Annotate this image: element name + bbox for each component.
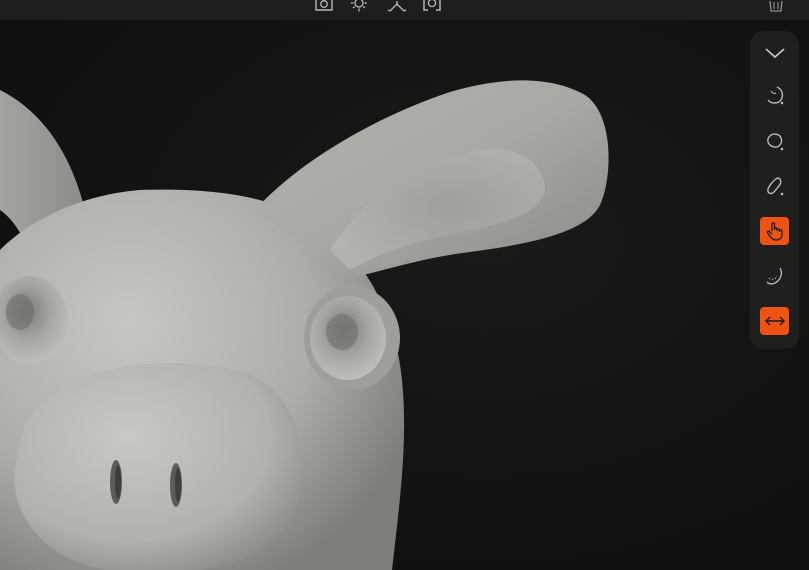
light-icon [351, 0, 367, 12]
top-toolbar [0, 0, 809, 20]
symmetry-icon [387, 1, 407, 12]
flatten-brush-button[interactable] [760, 262, 789, 290]
chevron-down-icon [764, 48, 785, 59]
camera-button[interactable] [311, 0, 337, 20]
inflate-brush-button[interactable] [760, 127, 789, 155]
move-hand-icon [766, 222, 783, 241]
stretch-arrows-icon [764, 316, 785, 326]
view-focus-button[interactable] [419, 0, 445, 20]
collapse-panel-button[interactable] [760, 39, 789, 67]
sculpting-app [0, 0, 809, 570]
move-brush-button[interactable] [760, 217, 789, 245]
clay-brush-button[interactable] [760, 172, 789, 200]
sculpt-tools-panel [750, 31, 799, 349]
clay-brush-icon [766, 177, 783, 196]
pig-sculpt-model[interactable] [0, 20, 809, 570]
inflate-brush-icon [766, 133, 783, 151]
viewport-3d[interactable] [0, 20, 809, 570]
smooth-brush-button[interactable] [760, 81, 789, 109]
symmetry-button[interactable] [384, 0, 410, 20]
view-focus-icon [423, 0, 441, 11]
delete-button[interactable] [763, 0, 789, 20]
camera-icon [315, 0, 333, 11]
smooth-brush-icon [766, 86, 783, 105]
flatten-brush-icon [766, 267, 782, 285]
trash-icon [769, 0, 783, 12]
light-button[interactable] [346, 0, 372, 20]
stretch-tool-button[interactable] [760, 307, 789, 335]
